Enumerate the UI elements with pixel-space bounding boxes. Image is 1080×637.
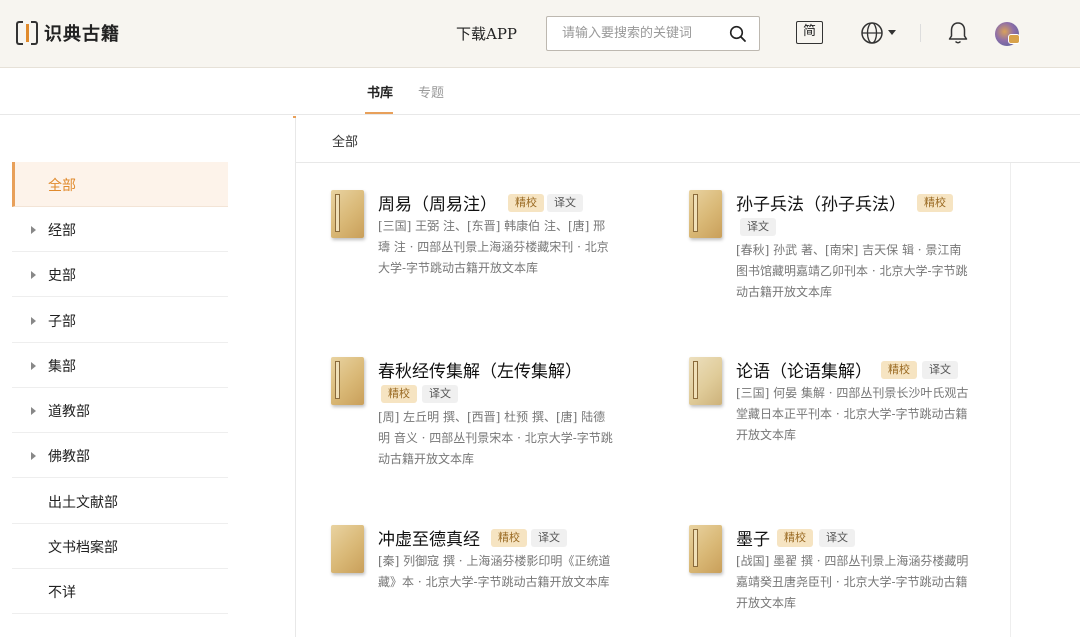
tab-active-indicator xyxy=(365,112,393,114)
main-tab-bar: 书库 专题 xyxy=(0,68,1080,115)
sidebar-item-all[interactable]: 全部 xyxy=(12,162,228,207)
translation-badge: 译文 xyxy=(740,218,776,236)
sidebar-item-ji[interactable]: 集部 xyxy=(12,343,228,388)
sidebar-item-label: 不详 xyxy=(48,585,76,601)
top-header: 识典古籍 下载APP 简 xyxy=(0,0,1080,68)
tab-topics[interactable]: 专题 xyxy=(418,82,444,101)
logo-icon xyxy=(16,21,38,45)
category-sidebar: 全部 经部 史部 子部 集部 道教部 佛教部 出土文献部 文书档案部 不详 xyxy=(0,116,296,637)
book-description: [三国] 何晏 集解 · 四部丛刊景长沙叶氏观古堂藏日本正平刊本 · 北京大学-… xyxy=(736,386,969,442)
sidebar-item-label: 史部 xyxy=(48,268,76,284)
book-title[interactable]: 论语（论语集解） xyxy=(736,357,872,382)
content-header: 全部 xyxy=(296,116,1080,163)
translation-badge: 译文 xyxy=(819,529,855,547)
sidebar-item-buddhism[interactable]: 佛教部 xyxy=(12,433,228,478)
translation-badge: 译文 xyxy=(922,361,958,379)
search-box xyxy=(546,16,760,51)
download-app-link[interactable]: 下载APP xyxy=(456,23,517,44)
translation-badge: 译文 xyxy=(547,194,583,212)
sidebar-item-label: 经部 xyxy=(48,223,76,239)
book-title[interactable]: 周易（周易注） xyxy=(378,190,497,215)
sidebar-item-unknown[interactable]: 不详 xyxy=(12,569,228,614)
caret-right-icon xyxy=(31,452,36,460)
book-cover-image[interactable] xyxy=(689,525,722,573)
breadcrumb: 全部 xyxy=(332,135,359,150)
translation-badge: 译文 xyxy=(422,385,458,403)
sidebar-item-archives[interactable]: 文书档案部 xyxy=(12,524,228,569)
book-title[interactable]: 孙子兵法（孙子兵法） xyxy=(736,190,906,215)
translation-badge: 译文 xyxy=(531,529,567,547)
caret-right-icon xyxy=(31,362,36,370)
book-description: [秦] 列御寇 撰 · 上海涵芬楼影印明《正统道藏》本 · 北京大学-字节跳动古… xyxy=(378,554,611,589)
book-card[interactable]: 春秋经传集解（左传集解） 精校 译文 [周] 左丘明 撰、[西晋] 杜预 撰、[… xyxy=(331,357,631,472)
book-card[interactable]: 论语（论语集解） 精校 译文 [三国] 何晏 集解 · 四部丛刊景长沙叶氏观古堂… xyxy=(689,357,989,452)
caret-right-icon xyxy=(31,317,36,325)
sidebar-item-excavated[interactable]: 出土文献部 xyxy=(12,479,228,524)
book-card[interactable]: 冲虚至德真经 精校 译文 [秦] 列御寇 撰 · 上海涵芬楼影印明《正统道藏》本… xyxy=(331,525,631,595)
sidebar-item-taoism[interactable]: 道教部 xyxy=(12,388,228,433)
search-icon[interactable] xyxy=(729,25,747,43)
sidebar-item-label: 佛教部 xyxy=(48,449,90,465)
chevron-down-icon[interactable] xyxy=(888,30,896,35)
book-card[interactable]: 墨子 精校 译文 [战国] 墨翟 撰 · 四部丛刊景上海涵芬楼藏明嘉靖癸丑唐尧臣… xyxy=(689,525,989,620)
book-cover-image[interactable] xyxy=(331,190,364,238)
sidebar-item-zi[interactable]: 子部 xyxy=(12,298,228,343)
sidebar-item-label: 集部 xyxy=(48,359,76,375)
bell-icon[interactable] xyxy=(946,20,970,46)
collated-badge: 精校 xyxy=(381,385,417,403)
book-description: [春秋] 孙武 著、[南宋] 吉天保 辑 · 景江南图书馆藏明嘉靖乙卯刊本 · … xyxy=(736,243,968,299)
sidebar-item-label: 出土文献部 xyxy=(48,495,118,511)
avatar-badge-icon xyxy=(1008,34,1020,44)
sidebar-item-shi[interactable]: 史部 xyxy=(12,252,228,297)
book-card[interactable]: 孙子兵法（孙子兵法） 精校 译文 [春秋] 孙武 著、[南宋] 吉天保 辑 · … xyxy=(689,190,989,305)
book-cover-image[interactable] xyxy=(689,357,722,405)
search-input[interactable] xyxy=(547,17,727,50)
simplified-chinese-toggle[interactable]: 简 xyxy=(796,21,823,44)
sidebar-item-label: 文书档案部 xyxy=(48,540,118,556)
book-title[interactable]: 墨子 xyxy=(736,525,770,550)
collated-badge: 精校 xyxy=(777,529,813,547)
book-cover-image[interactable] xyxy=(331,357,364,405)
book-description: [战国] 墨翟 撰 · 四部丛刊景上海涵芬楼藏明嘉靖癸丑唐尧臣刊 · 北京大学-… xyxy=(736,554,969,610)
tab-library[interactable]: 书库 xyxy=(367,82,393,101)
book-cover-image[interactable] xyxy=(331,525,364,573)
collated-badge: 精校 xyxy=(508,194,544,212)
book-title[interactable]: 春秋经传集解（左传集解） xyxy=(378,357,582,382)
collated-badge: 精校 xyxy=(491,529,527,547)
book-title[interactable]: 冲虚至德真经 xyxy=(378,525,480,550)
book-cover-image[interactable] xyxy=(689,190,722,238)
logo-text: 识典古籍 xyxy=(44,24,120,45)
caret-right-icon xyxy=(31,271,36,279)
globe-icon[interactable] xyxy=(860,21,884,45)
header-divider xyxy=(920,24,921,42)
sidebar-item-label: 子部 xyxy=(48,314,76,330)
caret-right-icon xyxy=(31,226,36,234)
sidebar-item-label: 全部 xyxy=(48,178,76,194)
site-logo[interactable]: 识典古籍 xyxy=(16,20,120,46)
sidebar-item-label: 道教部 xyxy=(48,404,90,420)
caret-right-icon xyxy=(31,407,36,415)
collated-badge: 精校 xyxy=(881,361,917,379)
sidebar-item-jing[interactable]: 经部 xyxy=(12,207,228,252)
book-card[interactable]: 周易（周易注） 精校 译文 [三国] 王弼 注、[东晋] 韩康伯 注、[唐] 邢… xyxy=(331,190,631,280)
book-description: [三国] 王弼 注、[东晋] 韩康伯 注、[唐] 邢璹 注 · 四部丛刊景上海涵… xyxy=(378,219,609,275)
content-right-divider xyxy=(1010,163,1011,637)
book-description: [周] 左丘明 撰、[西晋] 杜预 撰、[唐] 陆德明 音义 · 四部丛刊景宋本… xyxy=(378,410,613,466)
collated-badge: 精校 xyxy=(917,194,953,212)
